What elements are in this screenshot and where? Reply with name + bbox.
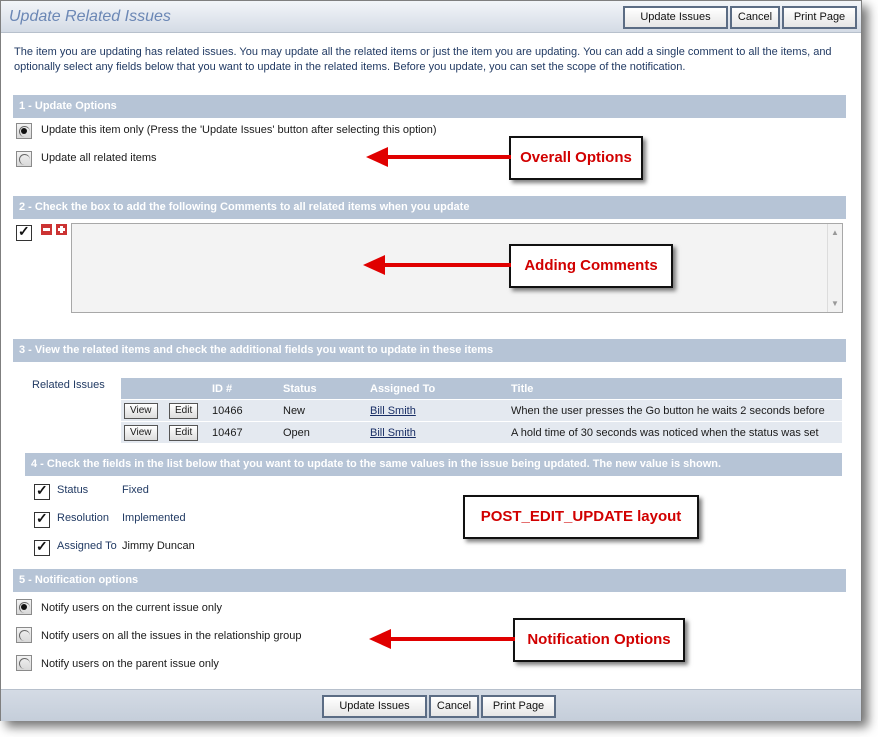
radio-notify-current[interactable] [16, 599, 32, 615]
col-header-edit [166, 378, 209, 400]
field-checkbox-status[interactable]: ✓ [34, 482, 50, 500]
view-button[interactable]: View [124, 424, 158, 441]
cancel-button[interactable]: Cancel [730, 6, 780, 29]
cell-id: 10466 [209, 399, 280, 422]
intro-text: The item you are updating has related is… [14, 46, 832, 73]
assigned-to-link[interactable]: Bill Smith [370, 427, 416, 439]
field-name-resolution: Resolution [57, 512, 109, 524]
table-header-row: ID # Status Assigned To Title [121, 378, 842, 400]
field-value-assigned-to: Jimmy Duncan [122, 540, 195, 552]
cell-id: 10467 [209, 421, 280, 443]
field-name-status: Status [57, 484, 89, 496]
radio-label-notify-group: Notify users on all the issues in the re… [41, 630, 302, 642]
radio-label-notify-parent: Notify users on the parent issue only [41, 658, 219, 670]
cell-status: New [280, 399, 367, 422]
field-checkbox-assigned-to[interactable]: ✓ [34, 538, 50, 556]
comments-scrollbar[interactable]: ▲ ▼ [827, 224, 842, 312]
view-button[interactable]: View [124, 402, 158, 419]
arrow-head-comments [363, 255, 385, 275]
footer-bar: Update Issues Cancel Print Page [1, 689, 861, 721]
footer-update-issues-button[interactable]: Update Issues [322, 695, 427, 718]
col-header-title: Title [508, 378, 842, 400]
field-value-status: Fixed [122, 484, 149, 496]
col-header-status: Status [280, 378, 367, 400]
callout-adding-comments: Adding Comments [509, 244, 673, 288]
section-fields: 4 - Check the fields in the list below t… [25, 453, 842, 476]
print-page-button[interactable]: Print Page [782, 6, 857, 29]
dialog-window: Update Related Issues Update Issues Canc… [0, 0, 862, 721]
cell-title: When the user presses the Go button he w… [508, 399, 842, 422]
section-update-options: 1 - Update Options [13, 95, 846, 118]
cell-status: Open [280, 421, 367, 443]
radio-label-update-all-related: Update all related items [41, 152, 157, 164]
edit-button[interactable]: Edit [169, 402, 199, 419]
col-header-assigned: Assigned To [367, 378, 508, 400]
footer-cancel-button[interactable]: Cancel [429, 695, 479, 718]
arrow-head-overall [366, 147, 388, 167]
callout-layout: POST_EDIT_UPDATE layout [463, 495, 699, 539]
radio-update-this-item[interactable] [16, 123, 32, 139]
field-checkbox-resolution[interactable]: ✓ [34, 510, 50, 528]
radio-notify-parent[interactable] [16, 655, 32, 671]
arrow-comments [384, 263, 511, 267]
radio-label-update-this-item: Update this item only (Press the 'Update… [41, 124, 437, 136]
collapse-icon[interactable] [41, 224, 52, 235]
section-comments: 2 - Check the box to add the following C… [13, 196, 846, 219]
arrow-overall [386, 155, 511, 159]
table-row: View Edit 10466 New Bill Smith When the … [121, 399, 842, 422]
add-comments-checkbox[interactable]: ✓ [16, 223, 32, 241]
field-name-assigned-to: Assigned To [57, 540, 117, 552]
col-header-view [121, 378, 166, 400]
radio-label-notify-current: Notify users on the current issue only [41, 602, 222, 614]
cell-title: A hold time of 30 seconds was noticed wh… [508, 421, 842, 443]
callout-overall-options: Overall Options [509, 136, 643, 180]
footer-print-page-button[interactable]: Print Page [481, 695, 556, 718]
page-title: Update Related Issues [9, 8, 171, 25]
comments-textarea[interactable]: ▲ ▼ [71, 223, 843, 313]
radio-notify-group[interactable] [16, 627, 32, 643]
expand-icon[interactable] [56, 224, 67, 235]
table-row: View Edit 10467 Open Bill Smith A hold t… [121, 421, 842, 443]
radio-update-all-related[interactable] [16, 151, 32, 167]
col-header-id: ID # [209, 378, 280, 400]
callout-notification-options: Notification Options [513, 618, 685, 662]
section-notification: 5 - Notification options [13, 569, 846, 592]
related-issues-label: Related Issues [32, 379, 105, 391]
assigned-to-link[interactable]: Bill Smith [370, 405, 416, 417]
related-issues-table: ID # Status Assigned To Title View Edit … [121, 378, 842, 443]
arrow-head-notification [369, 629, 391, 649]
title-bar: Update Related Issues Update Issues Canc… [1, 1, 861, 33]
arrow-notification [390, 637, 515, 641]
update-issues-button[interactable]: Update Issues [623, 6, 728, 29]
section-related-items: 3 - View the related items and check the… [13, 339, 846, 362]
edit-button[interactable]: Edit [169, 424, 199, 441]
field-value-resolution: Implemented [122, 512, 186, 524]
